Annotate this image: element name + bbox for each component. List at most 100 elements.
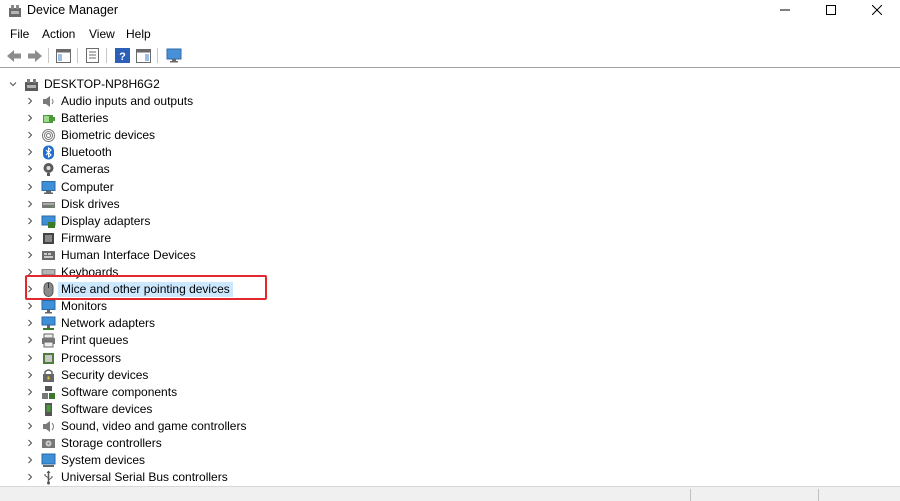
minimize-icon <box>780 9 790 11</box>
root-label: DESKTOP-NP8H6G2 <box>44 77 160 91</box>
scan-hardware-button[interactable] <box>165 47 182 64</box>
back-button[interactable] <box>5 47 22 64</box>
chevron-right-icon[interactable] <box>26 371 34 379</box>
device-manager-app-icon <box>9 5 21 17</box>
speaker-icon <box>43 96 54 107</box>
tree-item-label: Display adapters <box>61 213 151 228</box>
chevron-right-icon[interactable] <box>26 165 34 173</box>
tree-item[interactable]: Network adapters <box>0 315 900 332</box>
tree-item[interactable]: Software devices <box>0 401 900 418</box>
firmware-icon <box>43 232 54 244</box>
chevron-right-icon[interactable] <box>26 319 34 327</box>
software-device-icon <box>45 402 52 416</box>
tree-item[interactable]: Computer <box>0 179 900 196</box>
title-bar: Device Manager <box>0 0 900 22</box>
menu-view[interactable]: View <box>89 27 115 41</box>
tree-item-label: Software components <box>61 384 178 399</box>
status-divider <box>690 489 691 501</box>
chevron-right-icon[interactable] <box>26 336 34 344</box>
menu-help[interactable]: Help <box>126 27 151 41</box>
tree-item-label: Cameras <box>61 162 110 177</box>
computer-monitor-icon <box>166 48 181 63</box>
menu-action[interactable]: Action <box>42 27 75 41</box>
security-device-icon <box>43 368 54 382</box>
minimize-button[interactable] <box>762 0 808 20</box>
show-hide-console-tree-button[interactable] <box>55 47 72 64</box>
menu-file[interactable]: File <box>10 27 29 41</box>
tree-item[interactable]: Biometric devices <box>0 127 900 144</box>
tree-item[interactable]: Security devices <box>0 367 900 384</box>
processor-icon <box>43 352 54 364</box>
tree-item-label: Storage controllers <box>61 436 162 450</box>
chevron-right-icon[interactable] <box>26 439 34 447</box>
network-adapter-icon <box>41 316 56 331</box>
tree-item[interactable]: System devices <box>0 452 900 469</box>
tree-item[interactable]: Batteries <box>0 110 900 127</box>
chevron-right-icon[interactable] <box>26 251 34 259</box>
tree-item[interactable]: Audio inputs and outputs <box>0 93 900 110</box>
tree-item[interactable]: Firmware <box>0 230 900 247</box>
chevron-right-icon[interactable] <box>26 422 34 430</box>
chevron-right-icon[interactable] <box>26 234 34 242</box>
tree-item[interactable]: Cameras <box>0 161 900 178</box>
close-button[interactable] <box>854 0 900 20</box>
tree-item[interactable]: Software components <box>0 384 900 401</box>
tree-item[interactable]: Processors <box>0 350 900 367</box>
window-title: Device Manager <box>27 3 119 17</box>
refresh-icon <box>136 48 151 63</box>
close-icon <box>872 5 882 15</box>
usb-icon <box>44 470 53 485</box>
chevron-right-icon[interactable] <box>26 473 34 481</box>
tree-item[interactable]: Storage controllers <box>0 435 900 452</box>
tree-item-label: Security devices <box>61 367 149 382</box>
tree-item[interactable]: Print queues <box>0 332 900 349</box>
chevron-right-icon[interactable] <box>26 302 34 310</box>
software-component-icon <box>42 385 55 399</box>
forward-arrow-icon <box>27 49 42 62</box>
action-pane-button[interactable] <box>135 47 152 64</box>
chevron-down-icon[interactable] <box>9 80 17 88</box>
computer-root-icon <box>25 79 38 91</box>
tree-item[interactable]: Display adapters <box>0 213 900 230</box>
computer-icon <box>41 180 56 194</box>
tree-root[interactable]: DESKTOP-NP8H6G2 <box>0 76 900 93</box>
maximize-button[interactable] <box>808 0 854 20</box>
back-arrow-icon <box>6 49 21 62</box>
tree-item[interactable]: Disk drives <box>0 196 900 213</box>
tree-item[interactable]: Universal Serial Bus controllers <box>0 469 900 486</box>
tree-item-label: Biometric devices <box>61 128 156 143</box>
tree-item-label: Batteries <box>61 111 109 126</box>
help-button[interactable]: ? <box>114 47 131 64</box>
toolbar-separator <box>77 48 78 63</box>
chevron-right-icon[interactable] <box>26 405 34 413</box>
tree-item-label: Processors <box>61 350 122 365</box>
chevron-right-icon[interactable] <box>26 114 34 122</box>
chevron-right-icon[interactable] <box>26 131 34 139</box>
toolbar-separator <box>157 48 158 63</box>
chevron-right-icon[interactable] <box>26 200 34 208</box>
chevron-right-icon[interactable] <box>26 456 34 464</box>
menu-bar: File Action View Help <box>0 23 900 44</box>
chevron-right-icon[interactable] <box>26 148 34 156</box>
tree-item[interactable]: Bluetooth <box>0 144 900 161</box>
annotation-highlight-box <box>25 275 267 300</box>
chevron-right-icon[interactable] <box>26 217 34 225</box>
properties-button[interactable] <box>84 47 101 64</box>
tree-item-label: Universal Serial Bus controllers <box>61 470 228 485</box>
tree-item-label: System devices <box>61 453 146 468</box>
chevron-right-icon[interactable] <box>26 388 34 396</box>
chevron-right-icon[interactable] <box>26 354 34 362</box>
chevron-right-icon[interactable] <box>26 97 34 105</box>
chevron-right-icon[interactable] <box>26 183 34 191</box>
tree-item[interactable]: Sound, video and game controllers <box>0 418 900 435</box>
toolbar: ? <box>0 44 900 66</box>
monitor-icon <box>41 300 56 314</box>
hid-icon <box>42 250 55 260</box>
tree-item[interactable]: Human Interface Devices <box>0 247 900 264</box>
toolbar-separator <box>48 48 49 63</box>
forward-button[interactable] <box>26 47 43 64</box>
maximize-icon <box>826 5 836 15</box>
status-divider <box>818 489 819 501</box>
tree-item-label: Audio inputs and outputs <box>61 94 194 108</box>
tree-item[interactable]: Monitors <box>0 298 900 315</box>
